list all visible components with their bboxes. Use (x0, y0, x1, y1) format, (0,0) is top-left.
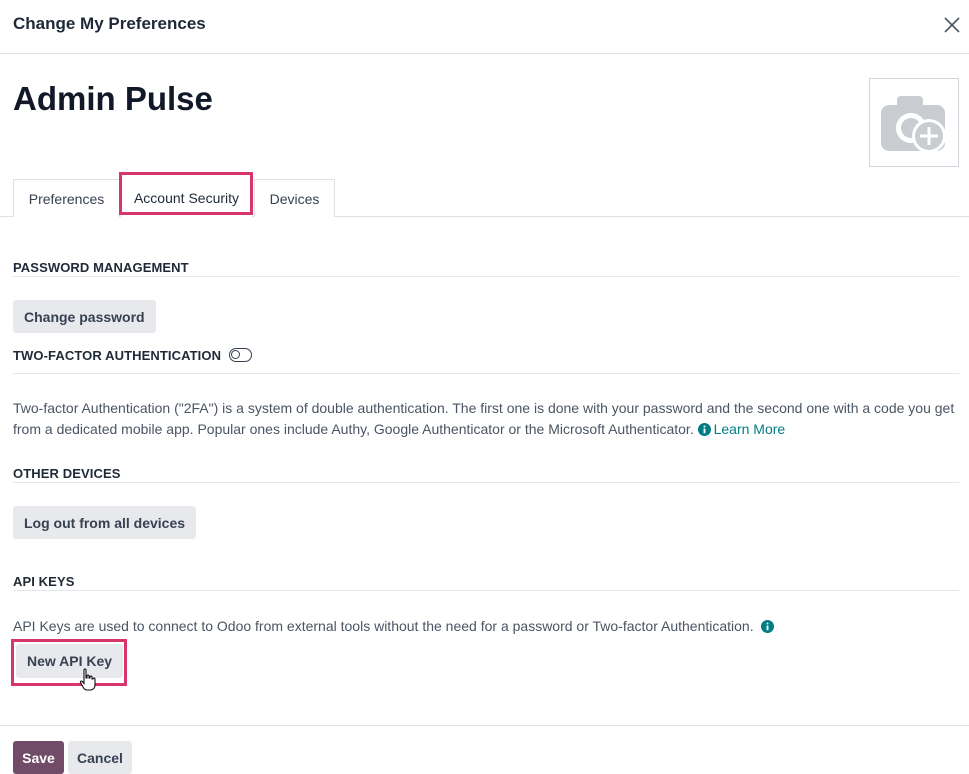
dialog-header: Change My Preferences (0, 0, 969, 54)
two-factor-description: Two-factor Authentication ("2FA") is a s… (13, 398, 963, 440)
camera-plus-icon (881, 96, 946, 153)
dialog-title: Change My Preferences (13, 14, 206, 33)
avatar[interactable] (869, 78, 959, 167)
two-factor-title: TWO-FACTOR AUTHENTICATION (13, 348, 222, 363)
api-keys-description-row: API Keys are used to connect to Odoo fro… (13, 616, 963, 637)
tab-preferences[interactable]: Preferences (13, 179, 120, 217)
cancel-button[interactable]: Cancel (68, 741, 132, 774)
save-button[interactable]: Save (13, 741, 64, 774)
hand-cursor-icon (79, 668, 96, 691)
api-keys-description: API Keys are used to connect to Odoo fro… (13, 618, 754, 634)
preferences-dialog: Change My Preferences Admin Pulse Prefer… (0, 0, 969, 774)
footer-divider (0, 725, 969, 726)
learn-more-label: Learn More (713, 421, 786, 437)
toggle-knob (231, 350, 240, 359)
new-api-key-button[interactable]: New API Key (16, 644, 124, 678)
section-divider (13, 276, 959, 277)
info-icon (697, 423, 711, 436)
tab-devices[interactable]: Devices (254, 179, 335, 217)
info-icon[interactable] (760, 620, 774, 633)
two-factor-text: Two-factor Authentication ("2FA") is a s… (13, 400, 955, 437)
section-divider (13, 373, 959, 374)
close-icon[interactable] (940, 13, 964, 37)
api-keys-title: API KEYS (13, 574, 75, 589)
learn-more-link[interactable]: Learn More (697, 421, 786, 437)
logout-all-devices-button[interactable]: Log out from all devices (13, 506, 197, 539)
other-devices-title: OTHER DEVICES (13, 466, 121, 481)
password-management-title: PASSWORD MANAGEMENT (13, 260, 189, 275)
user-name: Admin Pulse (13, 80, 213, 117)
change-password-button[interactable]: Change password (13, 300, 156, 333)
section-divider (13, 590, 959, 591)
two-factor-toggle[interactable] (229, 348, 252, 362)
section-divider (13, 482, 959, 483)
tab-account-security[interactable]: Account Security (121, 179, 252, 217)
